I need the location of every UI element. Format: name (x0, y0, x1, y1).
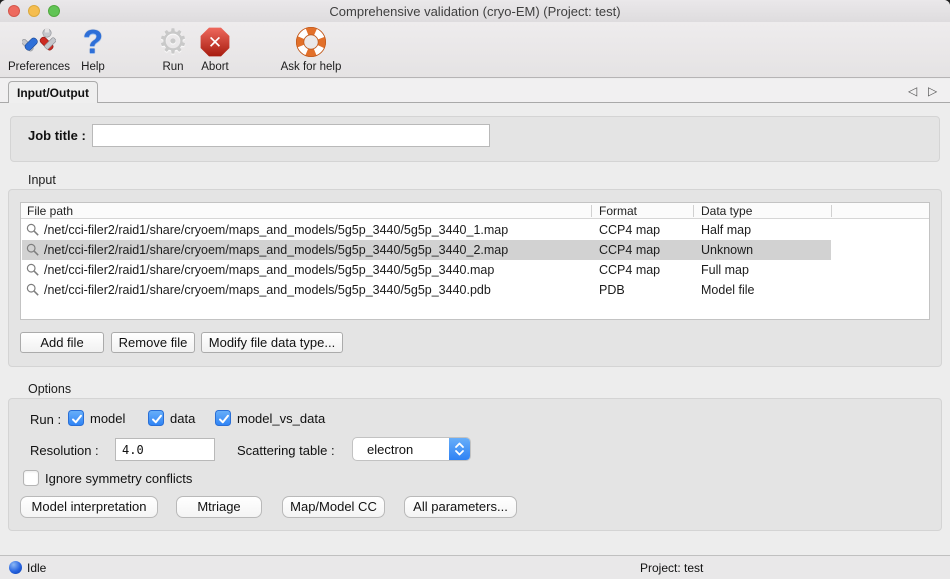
file-table-header: File path Format Data type (21, 203, 929, 219)
data-checkbox[interactable] (148, 410, 164, 426)
magnifier-icon (26, 243, 40, 257)
status-idle-icon (9, 561, 22, 574)
remove-file-button[interactable]: Remove file (111, 332, 195, 353)
dropdown-stepper-icon (449, 438, 470, 460)
resolution-input[interactable] (115, 438, 215, 461)
ask-for-help-label: Ask for help (275, 61, 347, 73)
model-checkbox-label[interactable]: model (90, 411, 125, 426)
abort-label: Abort (193, 61, 237, 73)
title-bar: Comprehensive validation (cryo-EM) (Proj… (0, 0, 950, 22)
all-parameters-button[interactable]: All parameters... (404, 496, 517, 518)
abort-button[interactable]: ✕ Abort (193, 24, 237, 73)
data-type-cell: Full map (701, 260, 749, 280)
table-row[interactable]: /net/cci-filer2/raid1/share/cryoem/maps_… (21, 280, 929, 300)
ignore-symmetry-conflicts-checkbox[interactable] (23, 470, 39, 486)
job-title-label: Job title : (28, 128, 86, 143)
tab-scroll-right-icon[interactable]: ▷ (928, 82, 937, 100)
help-button[interactable]: ? Help (74, 24, 112, 73)
scattering-table-value: electron (367, 438, 413, 461)
file-path-cell: /net/cci-filer2/raid1/share/cryoem/maps_… (44, 220, 508, 240)
checkmark-icon (70, 412, 84, 426)
mtriage-button[interactable]: Mtriage (176, 496, 262, 518)
run-button[interactable]: ⚙ Run (155, 24, 191, 73)
checkmark-icon (150, 412, 164, 426)
table-row-selected[interactable]: /net/cci-filer2/raid1/share/cryoem/maps_… (21, 240, 929, 260)
scattering-table-label: Scattering table : (237, 443, 335, 458)
table-row[interactable]: /net/cci-filer2/raid1/share/cryoem/maps_… (21, 220, 929, 240)
data-type-cell: Unknown (701, 240, 753, 260)
help-label: Help (74, 61, 112, 73)
stop-icon: ✕ (193, 24, 237, 60)
modify-file-data-type-button[interactable]: Modify file data type... (201, 332, 343, 353)
model-checkbox[interactable] (68, 410, 84, 426)
project-label: Project: test (640, 561, 703, 575)
data-checkbox-label[interactable]: data (170, 411, 195, 426)
file-path-cell: /net/cci-filer2/raid1/share/cryoem/maps_… (44, 240, 508, 260)
file-table[interactable]: File path Format Data type /net/cci-file… (20, 202, 930, 320)
run-checkbox-group-label: Run : (30, 412, 61, 427)
model-vs-data-checkbox[interactable] (215, 410, 231, 426)
status-text: Idle (27, 561, 46, 575)
column-format[interactable]: Format (599, 203, 637, 219)
data-type-cell: Model file (701, 280, 755, 300)
table-row[interactable]: /net/cci-filer2/raid1/share/cryoem/maps_… (21, 260, 929, 280)
tab-input-output[interactable]: Input/Output (8, 81, 98, 103)
window-title: Comprehensive validation (cryo-EM) (Proj… (0, 0, 950, 22)
tab-bar: Input/Output ◁ ▷ (0, 79, 950, 103)
scattering-table-dropdown[interactable]: electron (352, 437, 471, 461)
ignore-symmetry-conflicts-label[interactable]: Ignore symmetry conflicts (45, 471, 192, 486)
format-cell: CCP4 map (599, 240, 660, 260)
format-cell: PDB (599, 280, 625, 300)
resolution-label: Resolution : (30, 443, 99, 458)
column-data-type[interactable]: Data type (701, 203, 752, 219)
lifebuoy-icon (275, 24, 347, 60)
gear-icon: ⚙ (155, 24, 191, 60)
magnifier-icon (26, 283, 40, 297)
format-cell: CCP4 map (599, 260, 660, 280)
app-window: Comprehensive validation (cryo-EM) (Proj… (0, 0, 950, 579)
file-path-cell: /net/cci-filer2/raid1/share/cryoem/maps_… (44, 260, 494, 280)
magnifier-icon (26, 263, 40, 277)
options-section-label: Options (28, 382, 71, 396)
status-bar: Idle Project: test (0, 555, 950, 579)
column-file-path[interactable]: File path (27, 203, 73, 219)
map-model-cc-button[interactable]: Map/Model CC (282, 496, 385, 518)
format-cell: CCP4 map (599, 220, 660, 240)
data-type-cell: Half map (701, 220, 751, 240)
input-section-label: Input (28, 173, 56, 187)
magnifier-icon (26, 223, 40, 237)
model-interpretation-button[interactable]: Model interpretation (20, 496, 158, 518)
file-path-cell: /net/cci-filer2/raid1/share/cryoem/maps_… (44, 280, 491, 300)
preferences-button[interactable]: Preferences (6, 24, 72, 73)
preferences-label: Preferences (6, 61, 72, 73)
ask-for-help-button[interactable]: Ask for help (275, 24, 347, 73)
run-label: Run (155, 61, 191, 73)
checkmark-icon (217, 412, 231, 426)
tab-scroll-left-icon[interactable]: ◁ (908, 82, 917, 100)
toolbar: Preferences ? Help ⚙ Run ✕ Abort (0, 22, 950, 78)
tools-icon (6, 24, 72, 60)
job-title-input[interactable] (92, 124, 490, 147)
model-vs-data-checkbox-label[interactable]: model_vs_data (237, 411, 325, 426)
add-file-button[interactable]: Add file (20, 332, 104, 353)
question-mark-icon: ? (74, 24, 112, 60)
